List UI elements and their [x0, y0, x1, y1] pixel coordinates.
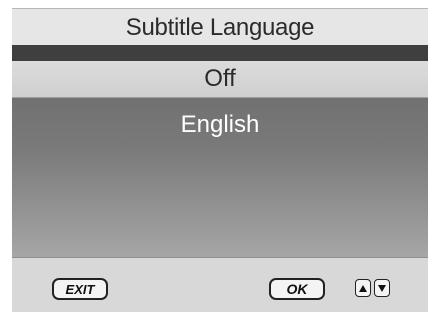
menu-title: Subtitle Language [125, 13, 315, 41]
triangle-down-icon [378, 284, 386, 292]
option-english-label: English [180, 111, 260, 138]
exit-button[interactable]: EXIT [52, 278, 108, 300]
option-off[interactable]: Off [12, 61, 428, 98]
language-option-list: Off English [12, 61, 428, 258]
triangle-up-icon [359, 284, 367, 292]
up-arrow-button[interactable] [355, 279, 371, 297]
ok-button[interactable]: OK [269, 278, 325, 300]
down-arrow-button[interactable] [374, 279, 390, 297]
menu-title-bar: Subtitle Language [12, 8, 428, 46]
header-divider [12, 45, 428, 61]
option-english[interactable]: English [12, 107, 428, 143]
option-off-label: Off [204, 65, 236, 92]
subtitle-language-menu: Subtitle Language Off English EXIT OK [0, 0, 428, 312]
button-hint-bar: EXIT OK [12, 258, 428, 312]
